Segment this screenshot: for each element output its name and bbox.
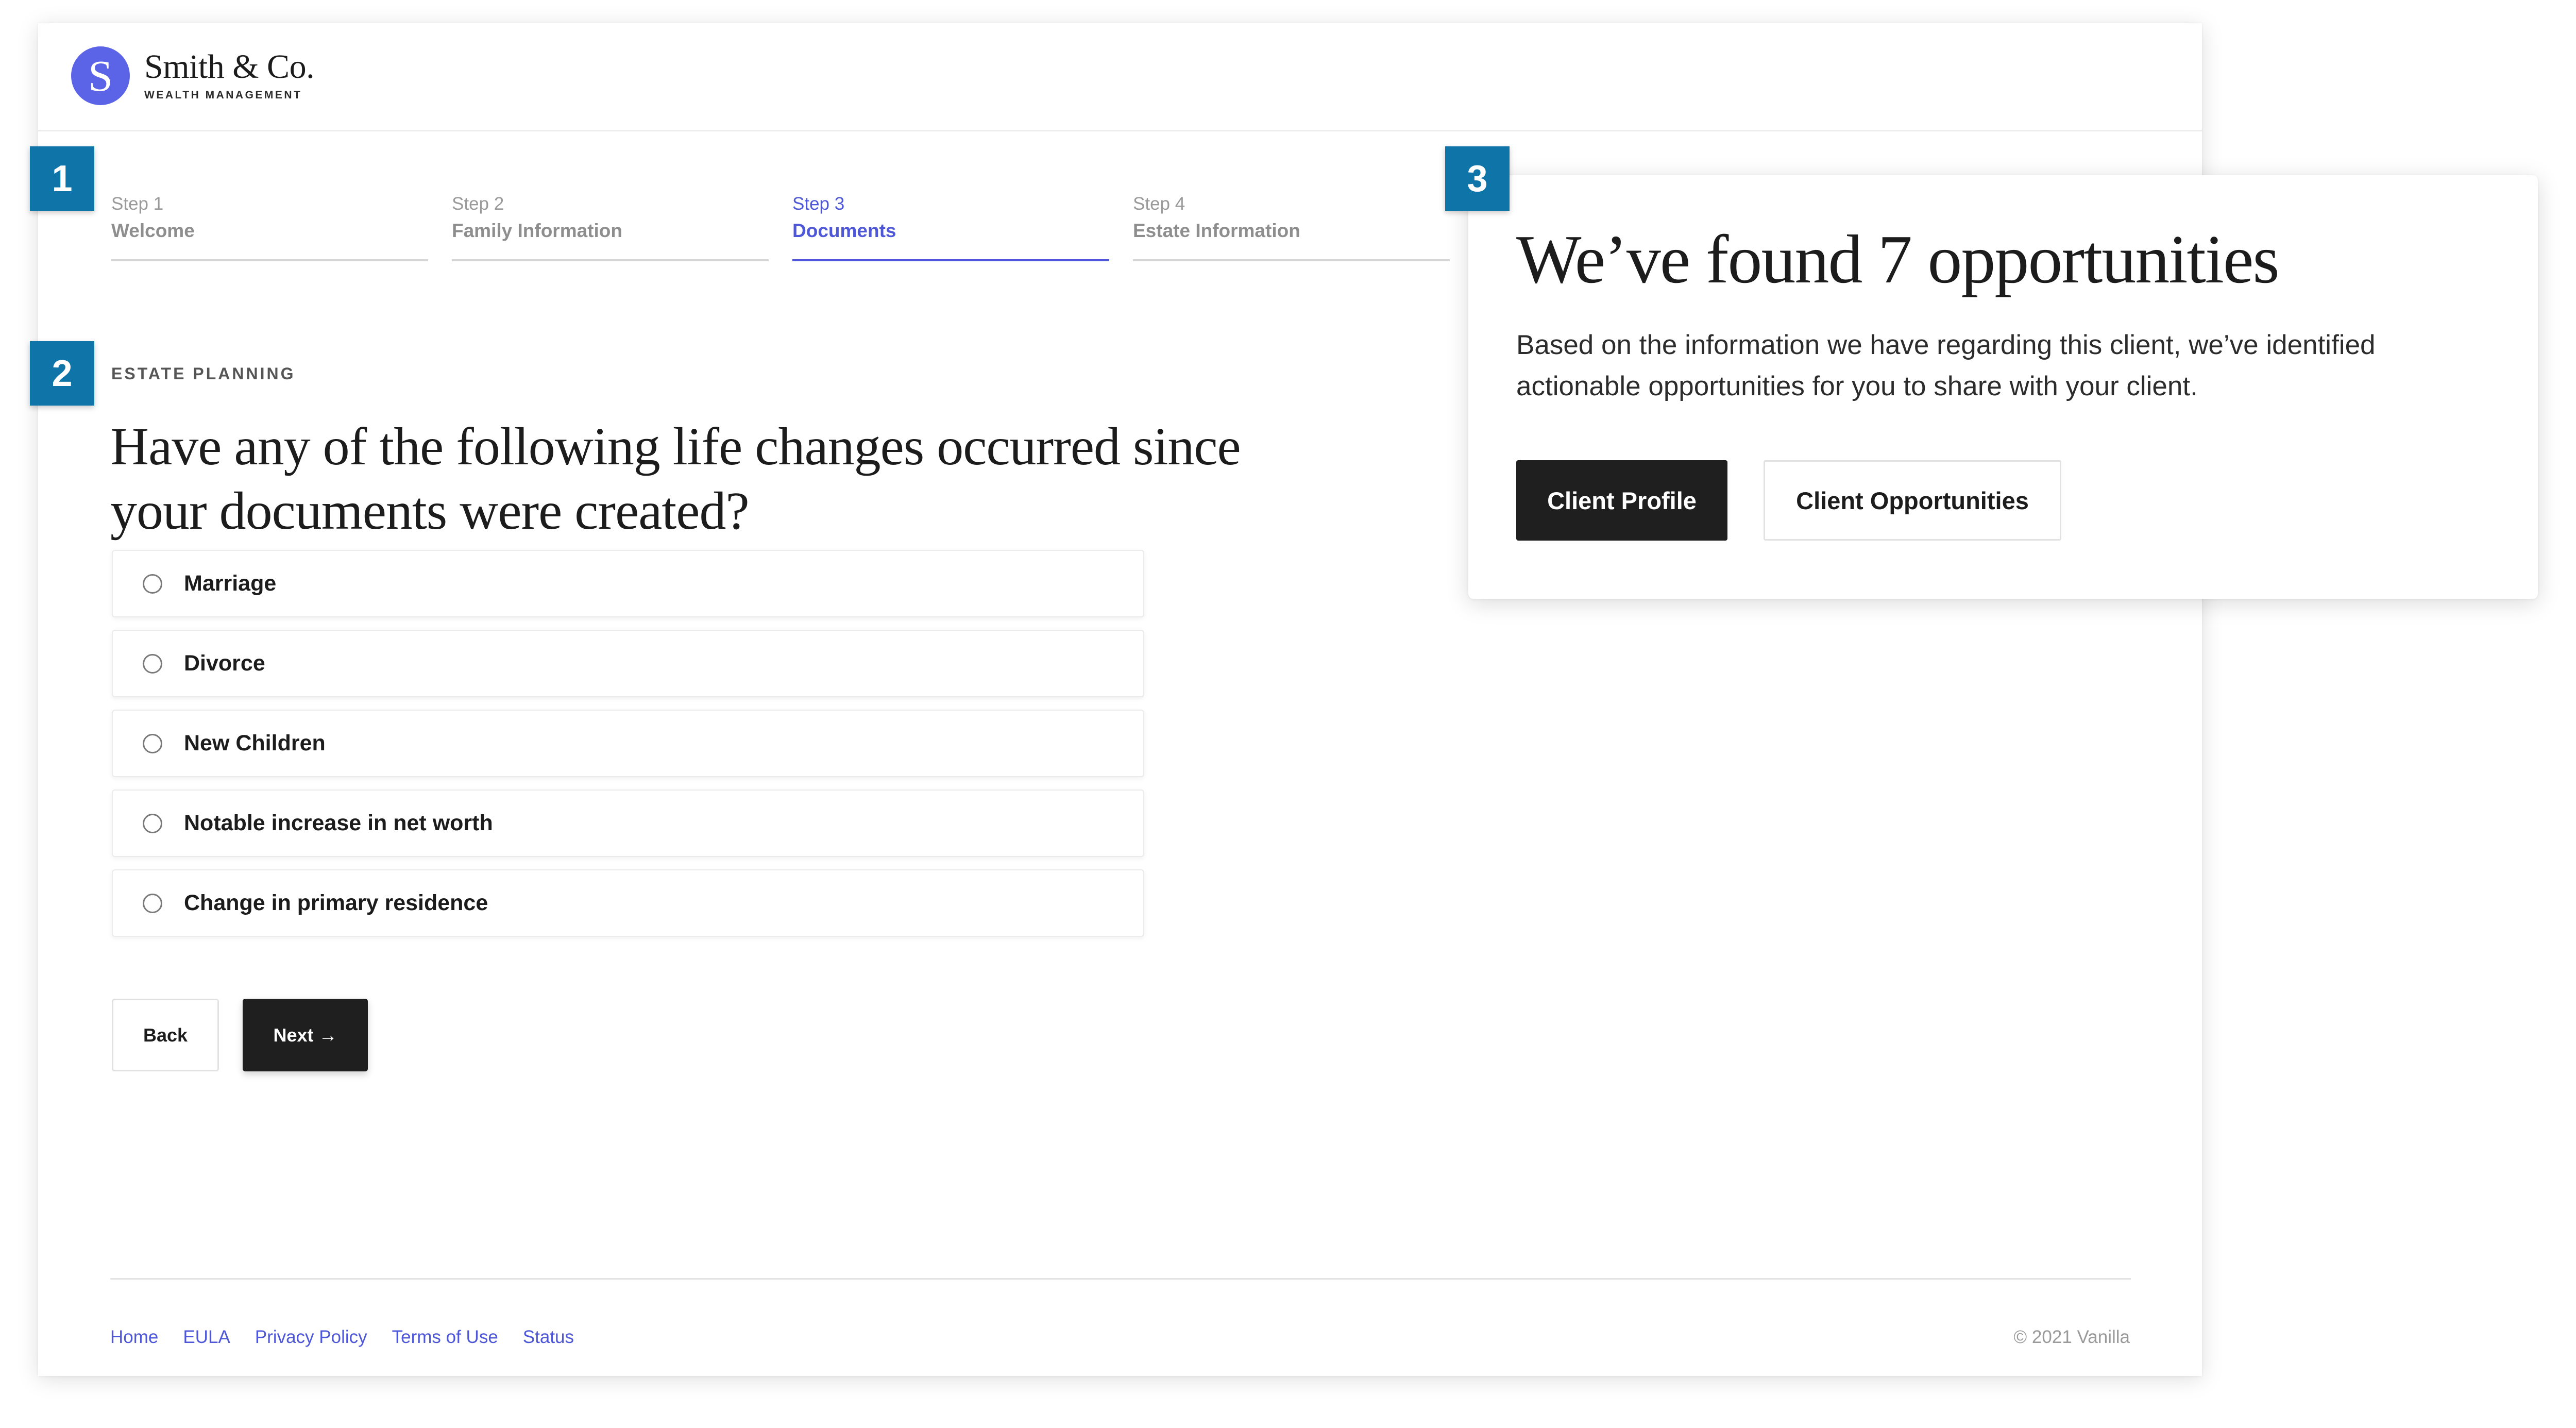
header-divider: [38, 130, 2202, 131]
step-documents[interactable]: Step 3 Documents: [792, 193, 1109, 261]
logo-mark-icon: S: [71, 46, 130, 105]
opportunities-card: We’ve found 7 opportunities Based on the…: [1468, 175, 2538, 599]
footer-link-terms-of-use[interactable]: Terms of Use: [392, 1327, 498, 1348]
question-title: Have any of the following life changes o…: [110, 417, 1241, 541]
footer-link-home[interactable]: Home: [110, 1327, 158, 1348]
step-name: Estate Information: [1133, 220, 1300, 241]
option-label: New Children: [184, 731, 326, 755]
step-family-information[interactable]: Step 2 Family Information: [452, 193, 769, 261]
next-button[interactable]: Next →: [243, 999, 368, 1071]
footer-divider: [110, 1278, 2131, 1280]
step-name: Documents: [792, 220, 896, 241]
back-button[interactable]: Back: [112, 999, 219, 1071]
radio-button[interactable]: [143, 813, 162, 833]
section-eyebrow: ESTATE PLANNING: [111, 364, 296, 383]
footer-link-privacy-policy[interactable]: Privacy Policy: [255, 1327, 367, 1348]
brand-tagline: WEALTH MANAGEMENT: [144, 89, 302, 101]
step-number: Step 4: [1133, 194, 1185, 214]
copyright-text: © 2021 Vanilla: [2013, 1327, 2130, 1347]
footer-links: Home EULA Privacy Policy Terms of Use St…: [110, 1327, 599, 1348]
brand-logo[interactable]: S Smith & Co. WEALTH MANAGEMENT: [71, 46, 315, 105]
callout-badge-2: 2: [30, 341, 94, 406]
brand-text: Smith & Co. WEALTH MANAGEMENT: [144, 48, 315, 102]
brand-name: Smith & Co.: [144, 48, 315, 86]
client-opportunities-button[interactable]: Client Opportunities: [1764, 460, 2061, 541]
option-label: Notable increase in net worth: [184, 811, 493, 835]
step-number: Step 3: [792, 194, 845, 214]
option-label: Divorce: [184, 651, 265, 676]
step-name: Welcome: [111, 220, 195, 241]
footer-link-status[interactable]: Status: [523, 1327, 574, 1348]
callout-badge-3: 3: [1445, 146, 1510, 211]
option-net-worth-increase[interactable]: Notable increase in net worth: [112, 789, 1144, 857]
radio-button[interactable]: [143, 653, 162, 674]
callout-badge-1: 1: [30, 146, 94, 211]
option-divorce[interactable]: Divorce: [112, 630, 1144, 697]
options-list: Marriage Divorce New Children Notable in…: [112, 550, 1144, 949]
opportunities-description: Based on the information we have regardi…: [1516, 330, 2376, 401]
option-label: Change in primary residence: [184, 891, 488, 915]
client-profile-button[interactable]: Client Profile: [1516, 460, 1727, 541]
opportunities-title: We’ve found 7 opportunities: [1516, 221, 2280, 297]
option-marriage[interactable]: Marriage: [112, 550, 1144, 617]
option-primary-residence-change[interactable]: Change in primary residence: [112, 869, 1144, 937]
step-welcome[interactable]: Step 1 Welcome: [111, 193, 428, 261]
radio-button[interactable]: [143, 574, 162, 594]
step-number: Step 1: [111, 194, 164, 214]
step-estate-information[interactable]: Step 4 Estate Information: [1133, 193, 1450, 261]
footer-link-eula[interactable]: EULA: [183, 1327, 230, 1348]
radio-button[interactable]: [143, 733, 162, 753]
step-number: Step 2: [452, 194, 504, 214]
radio-button[interactable]: [143, 893, 162, 913]
step-name: Family Information: [452, 220, 622, 241]
option-label: Marriage: [184, 571, 277, 596]
option-new-children[interactable]: New Children: [112, 710, 1144, 777]
